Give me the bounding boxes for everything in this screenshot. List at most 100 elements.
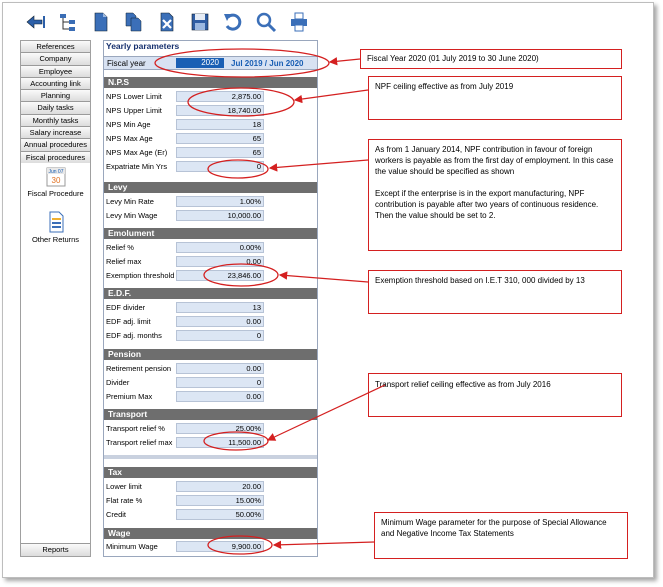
fiscal-year-range: Jul 2019 / Jun 2020 bbox=[231, 59, 304, 68]
section-levy: Levy bbox=[104, 182, 317, 193]
param-row: Premium Max 0.00 bbox=[104, 391, 317, 403]
tax-lower-limit-field[interactable]: 20.00 bbox=[176, 481, 264, 492]
note-minimum-wage: Minimum Wage parameter for the purpose o… bbox=[374, 512, 628, 559]
param-row: EDF adj. limit 0.00 bbox=[104, 316, 317, 328]
note-exemption: Exemption threshold based on I.E.T 310, … bbox=[368, 270, 622, 314]
param-row: Relief % 0.00% bbox=[104, 242, 317, 254]
nps-max-age-field[interactable]: 65 bbox=[176, 133, 264, 144]
pension-divider-field[interactable]: 0 bbox=[176, 377, 264, 388]
param-row: Lower limit 20.00 bbox=[104, 481, 317, 493]
param-label: Transport relief % bbox=[106, 424, 165, 433]
param-label: NPS Min Age bbox=[106, 120, 151, 129]
panel-title: Yearly parameters bbox=[106, 41, 180, 51]
svg-text:30: 30 bbox=[51, 176, 60, 185]
sidebar-item-salary-increase[interactable]: Salary increase bbox=[21, 127, 90, 140]
param-row: Retirement pension 0.00 bbox=[104, 363, 317, 375]
exemption-threshold-field[interactable]: 23,846.00 bbox=[176, 270, 264, 281]
note-foreign-workers-p1: As from 1 January 2014, NPF contribution… bbox=[375, 145, 614, 176]
levy-min-rate-field[interactable]: 1.00% bbox=[176, 196, 264, 207]
sidebar-item-accounting-link[interactable]: Accounting link bbox=[21, 77, 90, 91]
section-edf: E.D.F. bbox=[104, 288, 317, 299]
param-row: Levy Min Rate 1.00% bbox=[104, 196, 317, 208]
relief-percent-field[interactable]: 0.00% bbox=[176, 242, 264, 253]
sidebar-item-company[interactable]: Company bbox=[21, 53, 90, 66]
sidebar-item-references[interactable]: References bbox=[21, 41, 90, 54]
fiscal-year-row: Fiscal year 2020 Jul 2019 / Jun 2020 bbox=[104, 56, 317, 70]
param-row: Minimum Wage 9,900.00 bbox=[104, 541, 317, 553]
toolbar bbox=[18, 8, 315, 36]
document-icon[interactable] bbox=[84, 9, 117, 35]
param-row: Transport relief % 25.00% bbox=[104, 423, 317, 435]
flat-rate-field[interactable]: 15.00% bbox=[176, 495, 264, 506]
nps-lower-limit-field[interactable]: 2,875.00 bbox=[176, 91, 264, 102]
param-row: Expatriate Min Yrs 0 bbox=[104, 161, 317, 173]
sidebar-item-annual-procedures[interactable]: Annual procedures bbox=[21, 139, 90, 152]
minimum-wage-field[interactable]: 9,900.00 bbox=[176, 541, 264, 552]
relief-max-field[interactable]: 0.00 bbox=[176, 256, 264, 267]
section-emolument: Emolument bbox=[104, 228, 317, 239]
sidebar-item-monthly-tasks[interactable]: Monthly tasks bbox=[21, 114, 90, 128]
edf-adj-limit-field[interactable]: 0.00 bbox=[176, 316, 264, 327]
nps-max-age-er-field[interactable]: 65 bbox=[176, 147, 264, 158]
section-pension: Pension bbox=[104, 349, 317, 360]
copy-documents-icon[interactable] bbox=[117, 9, 150, 35]
premium-max-field[interactable]: 0.00 bbox=[176, 391, 264, 402]
sidebar-item-employee[interactable]: Employee bbox=[21, 65, 90, 78]
back-arrow-icon[interactable] bbox=[18, 9, 51, 35]
print-icon[interactable] bbox=[282, 9, 315, 35]
expatriate-min-yrs-field[interactable]: 0 bbox=[176, 161, 264, 172]
section-separator bbox=[104, 455, 317, 459]
param-label: NPS Max Age (Er) bbox=[106, 148, 168, 157]
sidebar-item-reports[interactable]: Reports bbox=[21, 543, 90, 556]
sidebar-item-planning[interactable]: Planning bbox=[21, 90, 90, 103]
param-label: EDF divider bbox=[106, 303, 146, 312]
param-label: Retirement pension bbox=[106, 364, 172, 373]
document-icon bbox=[49, 211, 63, 233]
levy-min-wage-field[interactable]: 10,000.00 bbox=[176, 210, 264, 221]
tree-icon[interactable] bbox=[51, 9, 84, 35]
param-label: NPS Upper Limit bbox=[106, 106, 162, 115]
param-label: Flat rate % bbox=[106, 496, 143, 505]
param-row: NPS Max Age (Er) 65 bbox=[104, 147, 317, 159]
param-row: Divider 0 bbox=[104, 377, 317, 389]
param-row: Flat rate % 15.00% bbox=[104, 495, 317, 507]
param-row: Credit 50.00% bbox=[104, 509, 317, 521]
param-row: NPS Lower Limit 2,875.00 bbox=[104, 91, 317, 103]
fiscal-year-field[interactable]: 2020 bbox=[176, 58, 224, 68]
param-label: Exemption threshold bbox=[106, 271, 175, 280]
calendar-icon: Jun 07 30 bbox=[46, 167, 65, 187]
fiscal-procedure-tool[interactable]: Jun 07 30 Fiscal Procedure bbox=[21, 167, 90, 198]
section-wage: Wage bbox=[104, 528, 317, 539]
param-label: Relief max bbox=[106, 257, 142, 266]
param-row: EDF adj. months 0 bbox=[104, 330, 317, 342]
param-label: Divider bbox=[106, 378, 130, 387]
retirement-pension-field[interactable]: 0.00 bbox=[176, 363, 264, 374]
param-label: Expatriate Min Yrs bbox=[106, 162, 168, 171]
sidebar: References Company Employee Accounting l… bbox=[20, 40, 91, 557]
param-row: NPS Upper Limit 18,740.00 bbox=[104, 105, 317, 117]
edf-divider-field[interactable]: 13 bbox=[176, 302, 264, 313]
param-label: EDF adj. months bbox=[106, 331, 162, 340]
sidebar-item-daily-tasks[interactable]: Daily tasks bbox=[21, 102, 90, 115]
nps-min-age-field[interactable]: 18 bbox=[176, 119, 264, 130]
transport-relief-percent-field[interactable]: 25.00% bbox=[176, 423, 264, 434]
param-row: Levy Min Wage 10,000.00 bbox=[104, 210, 317, 222]
param-row: NPS Max Age 65 bbox=[104, 133, 317, 145]
other-returns-tool[interactable]: Other Returns bbox=[21, 211, 90, 244]
transport-relief-max-field[interactable]: 11,500.00 bbox=[176, 437, 264, 448]
param-label: Premium Max bbox=[106, 392, 153, 401]
credit-field[interactable]: 50.00% bbox=[176, 509, 264, 520]
param-row: Relief max 0.00 bbox=[104, 256, 317, 268]
search-icon[interactable] bbox=[249, 9, 282, 35]
edf-adj-months-field[interactable]: 0 bbox=[176, 330, 264, 341]
undo-icon[interactable] bbox=[216, 9, 249, 35]
delete-document-icon[interactable] bbox=[150, 9, 183, 35]
sidebar-tool-panel: Jun 07 30 Fiscal Procedure Other Returns bbox=[21, 163, 90, 543]
save-icon[interactable] bbox=[183, 9, 216, 35]
param-label: NPS Max Age bbox=[106, 134, 153, 143]
note-npf-ceiling: NPF ceiling effective as from July 2019 bbox=[368, 76, 622, 120]
param-label: NPS Lower Limit bbox=[106, 92, 162, 101]
yearly-parameters-panel: Yearly parameters Fiscal year 2020 Jul 2… bbox=[103, 40, 318, 557]
section-transport: Transport bbox=[104, 409, 317, 420]
nps-upper-limit-field[interactable]: 18,740.00 bbox=[176, 105, 264, 116]
